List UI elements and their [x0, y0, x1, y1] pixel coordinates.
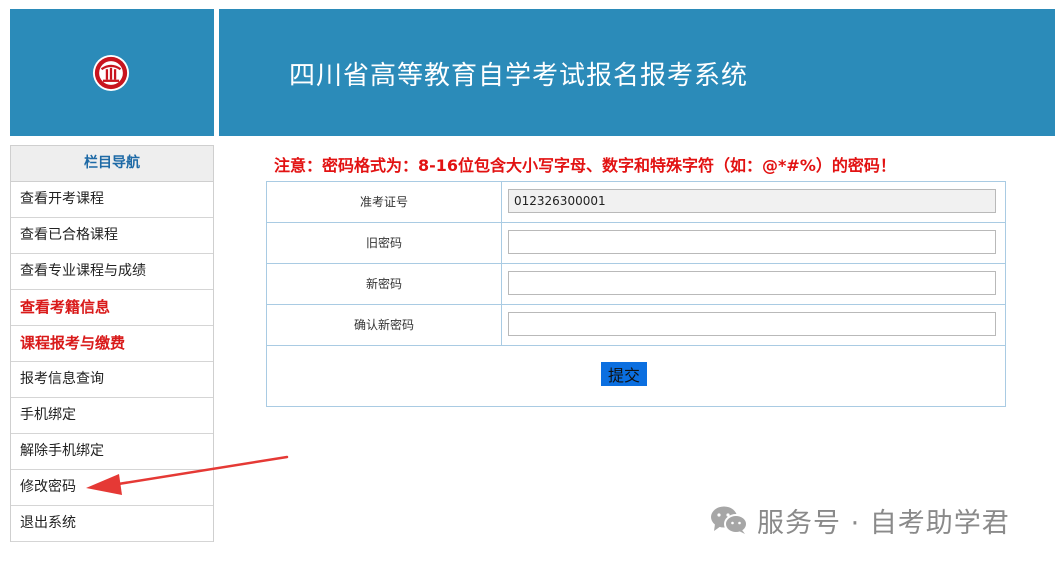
site-title: 四川省高等教育自学考试报名报考系统	[289, 61, 749, 91]
watermark-text: 服务号 · 自考助学君	[757, 507, 1010, 539]
sidebar-item-major-courses-scores[interactable]: 查看专业课程与成绩	[11, 254, 213, 290]
sidebar-item-change-password[interactable]: 修改密码	[11, 470, 213, 506]
emblem-logo	[92, 54, 130, 92]
sidebar-item-exam-records[interactable]: 查看考籍信息	[11, 290, 213, 326]
sidebar-item-phone-binding[interactable]: 手机绑定	[11, 398, 213, 434]
wechat-icon	[711, 506, 748, 534]
sidebar-nav: 栏目导航 查看开考课程 查看已合格课程 查看专业课程与成绩 查看考籍信息 课程报…	[10, 145, 214, 542]
confirm-password-field[interactable]	[508, 312, 996, 336]
old-password-label: 旧密码	[267, 223, 502, 263]
submit-button[interactable]: 提交	[601, 362, 647, 386]
form-row-new-password: 新密码	[267, 264, 1005, 305]
new-password-label: 新密码	[267, 264, 502, 304]
logo-panel	[10, 9, 214, 136]
exam-id-label: 准考证号	[267, 182, 502, 222]
sidebar-item-passed-courses[interactable]: 查看已合格课程	[11, 218, 213, 254]
sidebar-item-course-registration[interactable]: 课程报考与缴费	[11, 326, 213, 362]
change-password-form: 准考证号 旧密码 新密码 确认新密码 提交	[266, 181, 1006, 407]
confirm-password-label: 确认新密码	[267, 305, 502, 345]
sidebar-item-registration-query[interactable]: 报考信息查询	[11, 362, 213, 398]
sidebar-heading: 栏目导航	[11, 146, 213, 182]
old-password-field[interactable]	[508, 230, 996, 254]
header-banner: 四川省高等教育自学考试报名报考系统	[219, 9, 1055, 136]
watermark: 服务号 · 自考助学君	[709, 504, 1010, 539]
form-row-confirm-password: 确认新密码	[267, 305, 1005, 346]
sidebar-item-open-courses[interactable]: 查看开考课程	[11, 182, 213, 218]
sidebar-item-unbind-phone[interactable]: 解除手机绑定	[11, 434, 213, 470]
form-row-old-password: 旧密码	[267, 223, 1005, 264]
form-row-exam-id: 准考证号	[267, 182, 1005, 223]
password-notice: 注意：密码格式为：8-16位包含大小写字母、数字和特殊字符（如：@*#%）的密码…	[274, 156, 896, 175]
exam-id-field[interactable]	[508, 189, 996, 213]
sidebar-item-logout[interactable]: 退出系统	[11, 506, 213, 542]
new-password-field[interactable]	[508, 271, 996, 295]
